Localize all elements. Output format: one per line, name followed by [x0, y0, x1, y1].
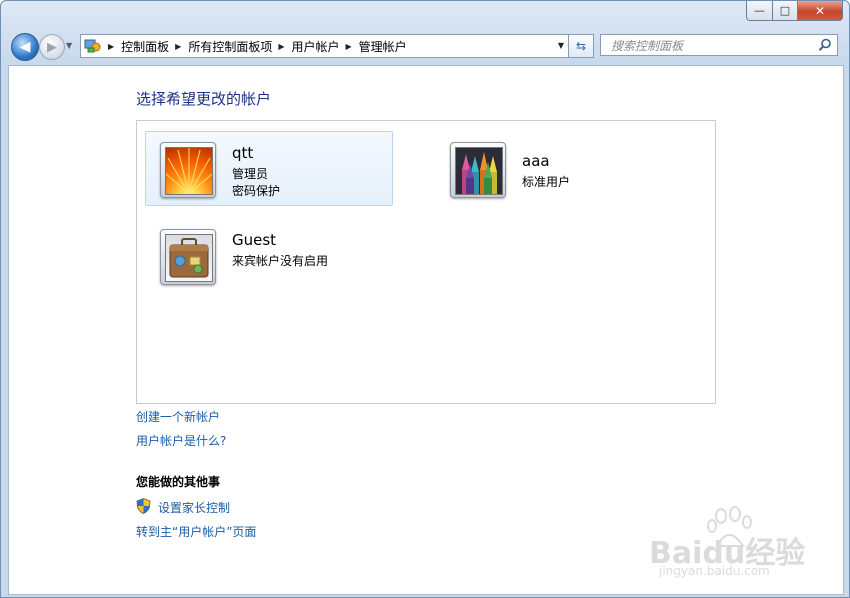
create-account-link[interactable]: 创建一个新帐户: [136, 408, 220, 425]
account-status: 来宾帐户没有启用: [232, 254, 329, 268]
breadcrumb-separator-icon[interactable]: ▶: [108, 42, 114, 51]
crayons-picture: [455, 147, 503, 195]
minimize-button[interactable]: —: [746, 1, 773, 21]
other-tasks-title: 您能做的其他事: [136, 475, 221, 489]
baidu-jingyan-watermark: Baidu经验 jingyan.baidu.com: [649, 506, 819, 586]
control-panel-window: — □ ✕ ◀ ▶ ▼ ▶ 控制面板 ▶ 所有控制面板项 ▶ 用户帐户 ▶ 管理…: [0, 0, 850, 598]
account-tile-aaa[interactable]: aaa 标准用户: [435, 131, 683, 206]
arrow-left-icon: ◀: [19, 39, 31, 55]
refresh-button[interactable]: ⇆: [568, 34, 594, 58]
watermark-url: jingyan.baidu.com: [659, 564, 770, 578]
search-input[interactable]: [609, 36, 813, 56]
breadcrumb-manage-accounts[interactable]: 管理帐户: [359, 38, 407, 55]
account-picture-frame: [450, 142, 506, 198]
caption-buttons: — □ ✕: [746, 1, 843, 21]
goto-user-accounts-link[interactable]: 转到主“用户帐户”页面: [136, 523, 256, 540]
breadcrumb-separator-icon[interactable]: ▶: [278, 42, 284, 51]
account-password-status: 密码保护: [232, 184, 281, 198]
refresh-icon: ⇆: [575, 39, 587, 53]
close-button[interactable]: ✕: [798, 1, 843, 21]
parental-controls-link[interactable]: 设置家长控制: [158, 499, 230, 516]
page-title: 选择希望更改的帐户: [136, 90, 272, 108]
control-panel-icon: [84, 39, 101, 53]
arrow-right-icon: ▶: [47, 39, 57, 55]
account-tile-guest[interactable]: Guest 来宾帐户没有启用: [145, 218, 393, 293]
suitcase-picture: [165, 234, 213, 282]
account-picture-frame: [160, 142, 216, 198]
address-dropdown-icon[interactable]: ▼: [558, 41, 564, 50]
forward-button[interactable]: ▶: [39, 34, 65, 60]
breadcrumb-user-accounts[interactable]: 用户帐户: [292, 38, 340, 55]
account-name: aaa: [522, 152, 550, 170]
what-is-user-account-link[interactable]: 用户帐户是什么?: [136, 432, 226, 449]
navigation-bar: ◀ ▶ ▼ ▶ 控制面板 ▶ 所有控制面板项 ▶ 用户帐户 ▶ 管理帐户 ▼ ⇆: [1, 29, 849, 63]
maximize-button[interactable]: □: [773, 1, 798, 21]
account-name: Guest: [232, 231, 277, 249]
search-box[interactable]: [600, 34, 838, 56]
breadcrumb-all-items[interactable]: 所有控制面板项: [188, 38, 272, 55]
recent-pages-dropdown[interactable]: ▼: [66, 41, 76, 51]
breadcrumb-control-panel[interactable]: 控制面板: [121, 38, 169, 55]
content-pane: 选择希望更改的帐户 qtt 管理员 密码保护 aaa 标准用户 Guest 来宾…: [8, 65, 844, 595]
search-icon[interactable]: [818, 38, 832, 52]
accounts-list: qtt 管理员 密码保护 aaa 标准用户 Guest 来宾帐户没有启用: [136, 120, 716, 404]
account-tile-qtt[interactable]: qtt 管理员 密码保护: [145, 131, 393, 206]
uac-shield-icon: [136, 498, 151, 514]
address-bar[interactable]: ▶ 控制面板 ▶ 所有控制面板项 ▶ 用户帐户 ▶ 管理帐户 ▼: [80, 34, 569, 58]
back-button[interactable]: ◀: [11, 33, 39, 61]
account-name: qtt: [232, 144, 254, 162]
account-type: 管理员: [232, 167, 269, 181]
orange-flower-picture: [165, 147, 213, 195]
account-picture-frame: [160, 229, 216, 285]
breadcrumb-separator-icon[interactable]: ▶: [175, 42, 181, 51]
breadcrumb-separator-icon[interactable]: ▶: [346, 42, 352, 51]
account-type: 标准用户: [522, 175, 571, 189]
